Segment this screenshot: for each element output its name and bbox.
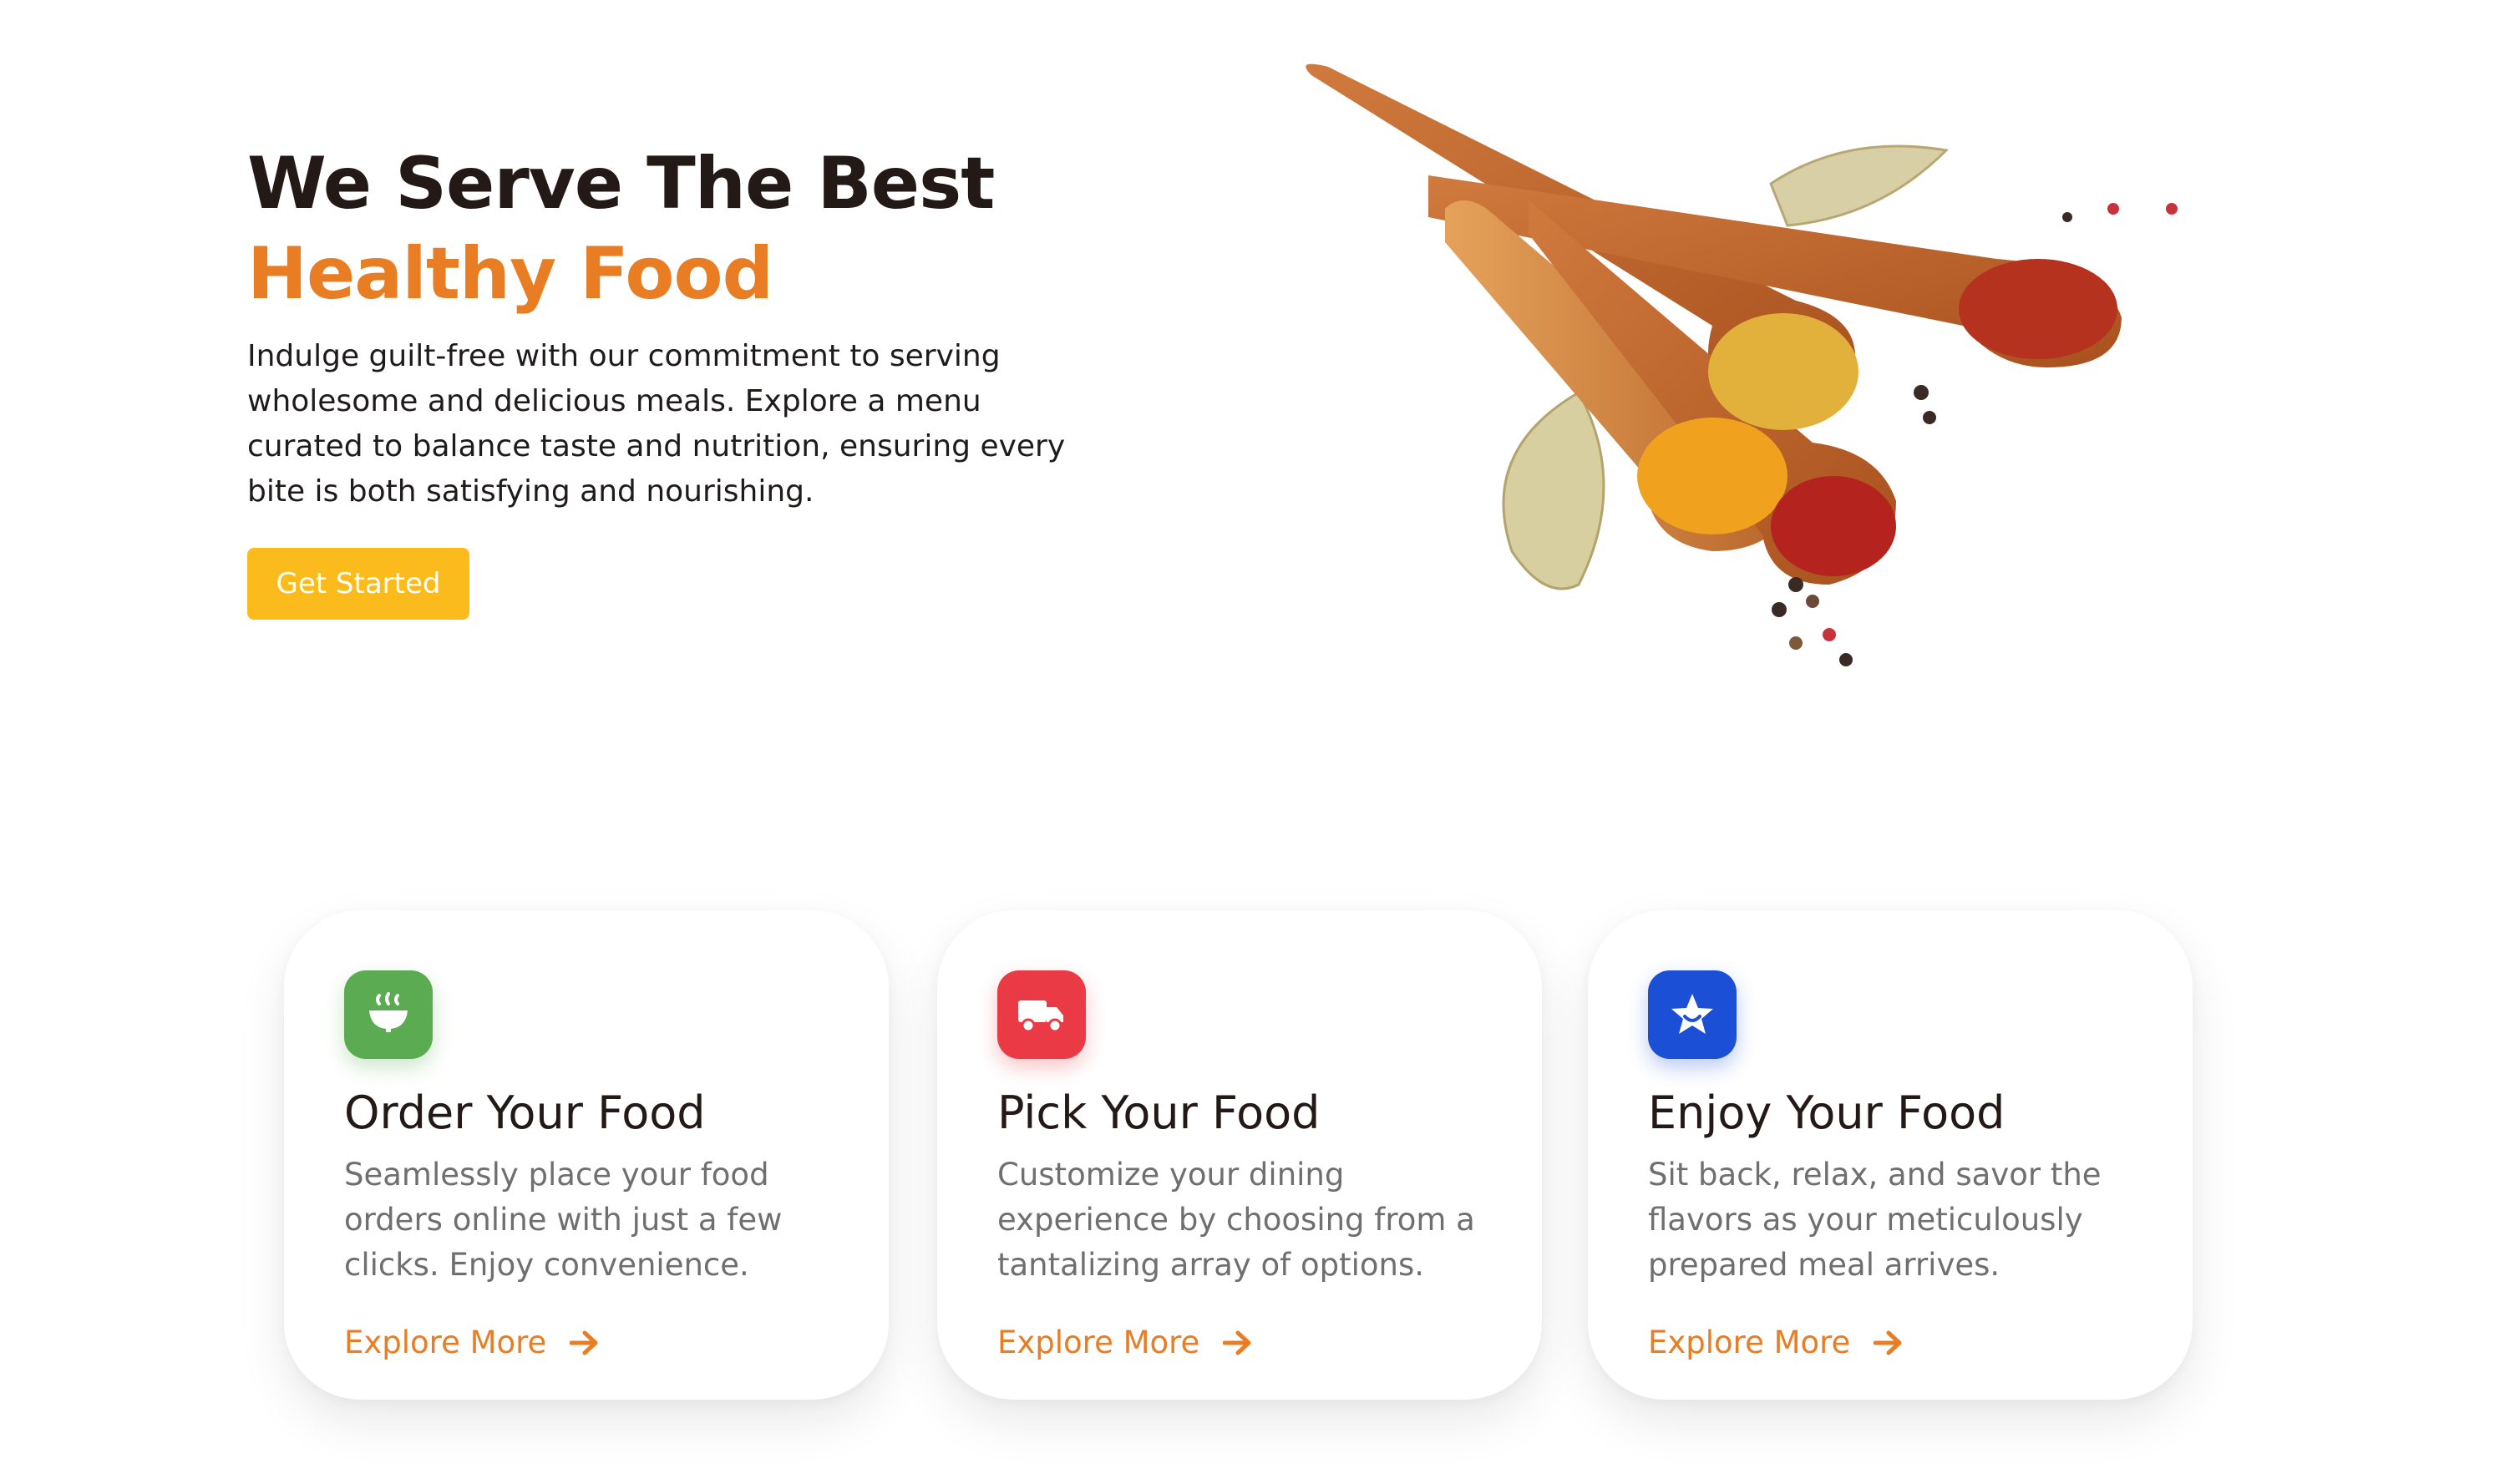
spices-spoons-image [1278, 50, 2197, 718]
star-badge-icon [1648, 970, 1737, 1059]
feature-card-pick: Pick Your Food Customize your dining exp… [937, 910, 1542, 1400]
card-description: Seamlessly place your food orders online… [344, 1157, 783, 1283]
card-description: Customize your dining experience by choo… [997, 1157, 1475, 1283]
card-description: Sit back, relax, and savor the flavors a… [1648, 1157, 2102, 1283]
explore-more-label: Explore More [344, 1324, 547, 1360]
explore-more-label: Explore More [997, 1324, 1200, 1360]
hero-section: We Serve The Best Healthy Food Indulge g… [247, 139, 1116, 620]
explore-more-link[interactable]: Explore More [997, 1324, 1253, 1360]
explore-more-link[interactable]: Explore More [1648, 1324, 1904, 1360]
card-title: Pick Your Food [997, 1086, 1321, 1139]
hero-title-highlight: Healthy Food [247, 232, 773, 316]
arrow-right-icon [1874, 1330, 1902, 1355]
explore-more-link[interactable]: Explore More [344, 1324, 600, 1360]
card-title: Order Your Food [344, 1086, 706, 1139]
get-started-button[interactable]: Get Started [247, 548, 469, 620]
spices-illustration [1306, 63, 2178, 666]
arrow-right-icon [570, 1330, 598, 1355]
hero-title: We Serve The Best Healthy Food [247, 139, 1116, 319]
card-title: Enjoy Your Food [1648, 1086, 2005, 1139]
arrow-right-icon [1223, 1330, 1251, 1355]
feature-card-order: Order Your Food Seamlessly place your fo… [284, 910, 889, 1400]
explore-more-label: Explore More [1648, 1324, 1851, 1360]
truck-icon [997, 970, 1086, 1059]
feature-card-enjoy: Enjoy Your Food Sit back, relax, and sav… [1588, 910, 2193, 1400]
hero-description: Indulge guilt-free with our commitment t… [247, 339, 1066, 509]
bowl-icon [344, 970, 433, 1059]
hero-title-line1: We Serve The Best [247, 142, 995, 225]
page: We Serve The Best Healthy Food Indulge g… [0, 0, 2510, 1484]
